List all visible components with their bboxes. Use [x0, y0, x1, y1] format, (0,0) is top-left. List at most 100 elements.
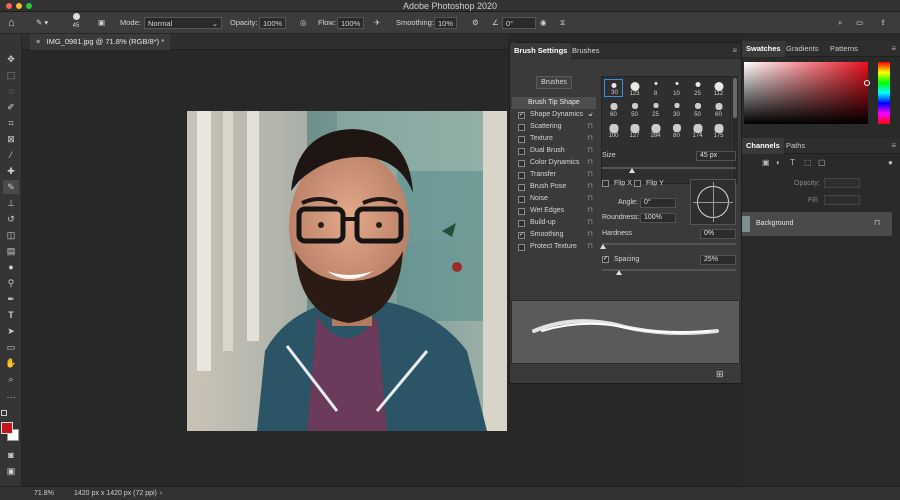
- eraser-tool-icon[interactable]: ◫: [3, 228, 19, 242]
- brush-tip-preset[interactable]: 30: [604, 79, 623, 97]
- tab-channels[interactable]: Channels: [742, 138, 784, 154]
- brush-tip-preset[interactable]: 123: [625, 79, 644, 97]
- hardness-field[interactable]: 0%: [700, 229, 736, 239]
- texture-checkbox[interactable]: [518, 136, 525, 143]
- angle-roundness-widget[interactable]: [690, 179, 736, 225]
- hardness-slider-knob[interactable]: [600, 244, 606, 249]
- brush-tip-preset[interactable]: 25: [688, 79, 707, 97]
- shape-dynamics-checkbox[interactable]: ✓: [518, 112, 525, 119]
- lock-icon[interactable]: ⊓: [588, 145, 593, 157]
- brush-tip-preset[interactable]: 60: [604, 100, 623, 118]
- option-texture[interactable]: Texture ⊓: [512, 133, 596, 145]
- option-brush-pose[interactable]: Brush Pose ⊓: [512, 181, 596, 193]
- eyedropper-tool-icon[interactable]: ⁄: [3, 148, 19, 162]
- brush-tool-icon[interactable]: ✎: [3, 180, 19, 194]
- minimize-window-icon[interactable]: [16, 3, 22, 9]
- lock-icon[interactable]: ⊓: [588, 181, 593, 193]
- window-controls[interactable]: [6, 3, 32, 9]
- path-select-tool-icon[interactable]: ➤: [3, 324, 19, 338]
- filter-pixel-icon[interactable]: ▣: [762, 158, 770, 167]
- brush-tip-preset[interactable]: 8: [646, 79, 665, 97]
- layer-lock-icon[interactable]: ⊓: [874, 218, 880, 227]
- foreground-color-swatch[interactable]: [1, 422, 13, 434]
- layer-row-background[interactable]: Background ⊓: [742, 212, 892, 236]
- healing-tool-icon[interactable]: ✚: [3, 164, 19, 178]
- spacing-checkbox[interactable]: ✓: [602, 256, 609, 263]
- flip-x-checkbox[interactable]: [602, 180, 609, 187]
- roundness-field[interactable]: 100%: [640, 213, 676, 223]
- brush-tip-preset[interactable]: 175: [709, 121, 728, 139]
- create-new-brush-icon[interactable]: ⊞: [716, 369, 724, 380]
- blur-tool-icon[interactable]: ●: [3, 260, 19, 274]
- search-icon[interactable]: ⌕: [838, 17, 842, 29]
- option-smoothing[interactable]: ✓ Smoothing ⊓: [512, 229, 596, 241]
- hardness-slider[interactable]: [602, 243, 736, 245]
- layer-fill-field[interactable]: [824, 195, 860, 205]
- flow-field[interactable]: 100%: [337, 17, 365, 29]
- shape-tool-icon[interactable]: ▭: [3, 340, 19, 354]
- pen-tool-icon[interactable]: ✒: [3, 292, 19, 306]
- layer-opacity-field[interactable]: [824, 178, 860, 188]
- brush-tip-preset[interactable]: 25: [646, 100, 665, 118]
- brush-pose-checkbox[interactable]: [518, 184, 525, 191]
- filter-shape-icon[interactable]: ⬚: [804, 158, 812, 167]
- gradient-tool-icon[interactable]: ▤: [3, 244, 19, 258]
- brush-tip-preset[interactable]: 50: [688, 100, 707, 118]
- brush-panel-toggle-icon[interactable]: ▣: [98, 17, 105, 29]
- option-protect-texture[interactable]: Protect Texture ⊓: [512, 241, 596, 253]
- marquee-tool-icon[interactable]: ⬚: [3, 68, 19, 82]
- brush-tip-preset[interactable]: 284: [646, 121, 665, 139]
- airbrush-icon[interactable]: ✈: [374, 17, 380, 29]
- frame-tool-icon[interactable]: ⊠: [3, 132, 19, 146]
- option-brush-tip-shape[interactable]: Brush Tip Shape: [512, 97, 596, 109]
- brush-tip-preset[interactable]: 80: [667, 121, 686, 139]
- opacity-field[interactable]: 100%: [259, 17, 287, 29]
- option-wet-edges[interactable]: Wet Edges ⊓: [512, 205, 596, 217]
- smoothing-field[interactable]: 10%: [434, 17, 458, 29]
- crop-tool-icon[interactable]: ⌗: [3, 116, 19, 130]
- scattering-checkbox[interactable]: [518, 124, 525, 131]
- spacing-field[interactable]: 25%: [700, 255, 736, 265]
- brush-tool-preset-icon[interactable]: ✎ ▾: [36, 17, 48, 29]
- close-tab-icon[interactable]: ×: [36, 37, 40, 46]
- smoothing-gear-icon[interactable]: ⚙: [472, 17, 479, 29]
- workspace-icon[interactable]: ▭: [856, 17, 863, 29]
- document-info[interactable]: 1420 px x 1420 px (72 ppi): [74, 487, 157, 500]
- quick-mask-icon[interactable]: ◙: [3, 448, 19, 462]
- lock-icon[interactable]: ⊓: [588, 241, 593, 253]
- lock-icon[interactable]: ⊓: [588, 193, 593, 205]
- spacing-slider-knob[interactable]: [616, 270, 622, 275]
- option-color-dynamics[interactable]: Color Dynamics ⊓: [512, 157, 596, 169]
- lock-icon[interactable]: ⊓: [588, 205, 593, 217]
- lock-icon[interactable]: ⊓: [588, 169, 593, 181]
- maximize-window-icon[interactable]: [26, 3, 32, 9]
- brush-tip-preset[interactable]: 112: [709, 79, 728, 97]
- brush-tip-preset[interactable]: 60: [709, 100, 728, 118]
- symmetry-icon[interactable]: ⧖: [560, 17, 565, 29]
- brush-tip-preset[interactable]: 50: [625, 100, 644, 118]
- filter-smart-icon[interactable]: ▢: [818, 158, 826, 167]
- angle-field[interactable]: 0°: [502, 17, 536, 29]
- size-field[interactable]: 45 px: [696, 151, 736, 161]
- spacing-slider[interactable]: [602, 269, 736, 271]
- build-up-checkbox[interactable]: [518, 220, 525, 227]
- color-picker-field[interactable]: [744, 62, 870, 124]
- share-icon[interactable]: ⇪: [880, 17, 886, 29]
- lock-icon[interactable]: ⊓: [588, 217, 593, 229]
- brushes-button[interactable]: Brushes: [536, 76, 572, 89]
- option-build-up[interactable]: Build-up ⊓: [512, 217, 596, 229]
- filter-toggle-icon[interactable]: ●: [888, 158, 893, 167]
- status-menu-icon[interactable]: ›: [160, 487, 162, 500]
- quick-select-tool-icon[interactable]: ✐: [3, 100, 19, 114]
- zoom-tool-icon[interactable]: ⌕: [3, 372, 19, 386]
- noise-checkbox[interactable]: [518, 196, 525, 203]
- size-slider-knob[interactable]: [629, 168, 635, 173]
- home-icon[interactable]: ⌂: [8, 17, 15, 29]
- transfer-checkbox[interactable]: [518, 172, 525, 179]
- lock-icon[interactable]: ⊓: [588, 133, 593, 145]
- brush-tip-preset[interactable]: 100: [604, 121, 623, 139]
- brush-tip-preset[interactable]: 127: [625, 121, 644, 139]
- color-dynamics-checkbox[interactable]: [518, 160, 525, 167]
- lock-icon[interactable]: 🔓︎: [588, 109, 593, 121]
- dodge-tool-icon[interactable]: ⚲: [3, 276, 19, 290]
